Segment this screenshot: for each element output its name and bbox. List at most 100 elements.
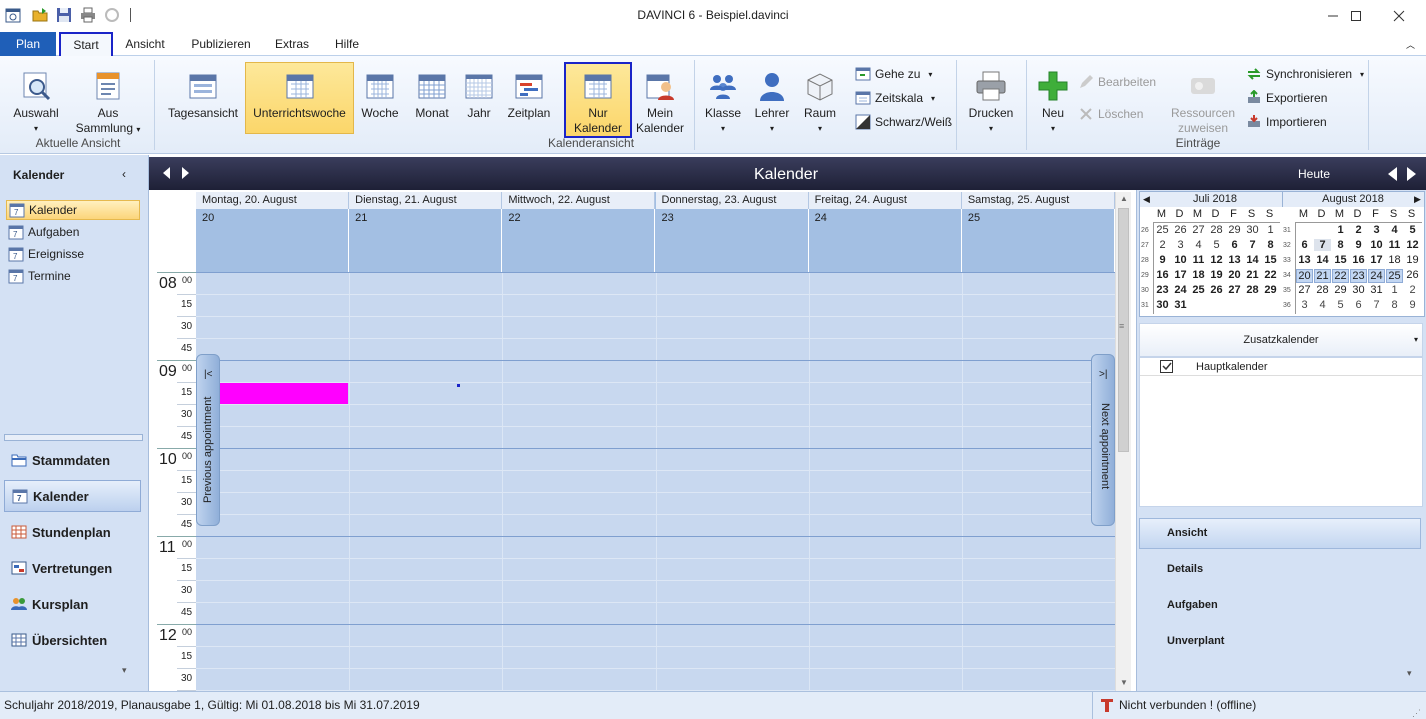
sidebar-item-termine[interactable]: 7 Termine <box>6 266 140 286</box>
date-cell[interactable]: 4 <box>1386 224 1403 236</box>
date-cell[interactable]: 10 <box>1368 239 1385 251</box>
nav-details[interactable]: Details <box>1139 554 1421 585</box>
schwarz-weiss-button[interactable]: Schwarz/Weiß <box>855 112 952 132</box>
date-cell[interactable]: 23 <box>1154 284 1171 296</box>
importieren-button[interactable]: Importieren <box>1246 112 1327 132</box>
date-cell[interactable]: 21 <box>1314 269 1331 283</box>
calendar-grid[interactable] <box>196 272 1115 691</box>
maximize-button[interactable] <box>1333 0 1379 32</box>
day-header[interactable]: Dienstag, 21. August <box>349 192 503 209</box>
date-cell[interactable]: 29 <box>1262 284 1279 296</box>
tab-publizieren[interactable]: Publizieren <box>186 32 256 56</box>
nav-unverplant[interactable]: Unverplant <box>1139 626 1421 657</box>
day-header[interactable]: Donnerstag, 23. August <box>655 192 809 209</box>
date-cell[interactable]: 12 <box>1404 239 1421 251</box>
day-header[interactable]: Samstag, 25. August <box>961 192 1115 209</box>
date-cell[interactable]: 11 <box>1190 254 1207 266</box>
date-cell[interactable]: 11 <box>1386 239 1403 251</box>
raum-button[interactable]: Raum ▾ <box>798 70 842 136</box>
vertical-scrollbar[interactable]: ▲ ≡ ▼ <box>1115 192 1131 691</box>
nav-overflow-icon[interactable]: ▾ <box>122 665 127 676</box>
klasse-button[interactable]: Klasse ▾ <box>700 70 746 136</box>
date-cell[interactable]: 27 <box>1226 284 1243 296</box>
date-cell[interactable]: 25 <box>1154 224 1171 236</box>
date-cell[interactable]: 26 <box>1172 224 1189 236</box>
date-cell[interactable]: 15 <box>1262 254 1279 266</box>
scroll-up-icon[interactable]: ▲ <box>1120 194 1128 203</box>
loeschen-button[interactable]: Löschen <box>1078 104 1143 124</box>
prev-arrow-icon[interactable] <box>1386 166 1398 182</box>
date-cell[interactable]: 8 <box>1332 239 1349 251</box>
dropdown-icon[interactable]: ▾ <box>1414 324 1418 356</box>
date-cell[interactable]: 19 <box>1208 269 1225 281</box>
gehe-zu-button[interactable]: Gehe zu ▾ <box>855 64 932 84</box>
nav-stammdaten[interactable]: Stammdaten <box>4 444 141 476</box>
previous-appointment-tab[interactable]: |< Previous appointment <box>196 354 220 526</box>
date-cell[interactable]: 6 <box>1296 239 1313 251</box>
date-cell[interactable]: 14 <box>1314 254 1331 266</box>
tab-extras[interactable]: Extras <box>272 32 312 56</box>
date-cell[interactable]: 6 <box>1350 299 1367 311</box>
day-header[interactable]: Freitag, 24. August <box>808 192 962 209</box>
date-cell[interactable]: 18 <box>1386 254 1403 266</box>
day-header[interactable]: Montag, 20. August <box>196 192 350 209</box>
date-cell[interactable]: 1 <box>1386 284 1403 296</box>
unterrichtswoche-button[interactable]: Unterrichtswoche <box>245 62 354 134</box>
date-cell[interactable]: 26 <box>1208 284 1225 296</box>
date-cell[interactable]: 7 <box>1244 239 1261 251</box>
date-cell[interactable]: 7 <box>1368 299 1385 311</box>
collapse-chevron-icon[interactable]: ‹ <box>122 167 126 181</box>
date-cell[interactable]: 16 <box>1154 269 1171 281</box>
sidebar-item-ereignisse[interactable]: 7 Ereignisse <box>6 244 140 264</box>
day-allday-cell[interactable]: 22 <box>502 209 656 272</box>
zusatzkalender-header[interactable]: Zusatzkalender ▾ <box>1139 323 1423 357</box>
date-cell[interactable]: 28 <box>1208 224 1225 236</box>
sidebar-item-aufgaben[interactable]: 7 Aufgaben <box>6 222 140 242</box>
date-cell[interactable]: 29 <box>1226 224 1243 236</box>
aus-sammlung-button[interactable]: Aus Sammlung ▾ <box>72 70 144 137</box>
date-cell[interactable]: 30 <box>1154 299 1171 311</box>
ribbon-collapse-icon[interactable]: ︿ <box>1406 38 1415 51</box>
mini-calendar-july[interactable]: M D M D F S S 26 27 28 29 30 31 25 26 27 28 29 30 1 2 3 4 5 6 7 8 9… <box>1140 208 1282 318</box>
zeitskala-button[interactable]: Zeitskala ▾ <box>855 88 935 108</box>
date-cell[interactable]: 15 <box>1332 254 1349 266</box>
date-cell[interactable]: 14 <box>1244 254 1261 266</box>
day-allday-cell[interactable]: 23 <box>656 209 809 272</box>
date-cell[interactable]: 3 <box>1172 239 1189 251</box>
date-cell[interactable]: 13 <box>1226 254 1243 266</box>
date-cell[interactable]: 30 <box>1244 224 1261 236</box>
mein-kalender-button[interactable]: Mein Kalender <box>634 70 686 136</box>
tab-ansicht[interactable]: Ansicht <box>120 32 170 56</box>
date-cell[interactable]: 22 <box>1332 269 1349 283</box>
date-cell[interactable]: 20 <box>1296 269 1313 283</box>
date-cell[interactable]: 5 <box>1208 239 1225 251</box>
date-cell[interactable]: 21 <box>1244 269 1261 281</box>
nav-kalender[interactable]: 7 Kalender <box>4 480 141 512</box>
exportieren-button[interactable]: Exportieren <box>1246 88 1327 108</box>
woche-button[interactable]: Woche <box>358 70 402 121</box>
date-cell[interactable]: 28 <box>1314 284 1331 296</box>
date-cell[interactable]: 24 <box>1368 269 1385 283</box>
date-cell[interactable]: 29 <box>1332 284 1349 296</box>
date-cell[interactable]: 16 <box>1350 254 1367 266</box>
scroll-down-icon[interactable]: ▼ <box>1120 678 1128 687</box>
date-cell[interactable]: 9 <box>1404 299 1421 311</box>
date-cell[interactable]: 1 <box>1262 224 1279 236</box>
date-cell[interactable]: 18 <box>1190 269 1207 281</box>
date-cell[interactable]: 13 <box>1296 254 1313 266</box>
date-cell[interactable]: 5 <box>1404 224 1421 236</box>
ressourcen-zuweisen-button[interactable]: Ressourcen zuweisen <box>1168 70 1238 136</box>
date-cell[interactable]: 10 <box>1172 254 1189 266</box>
next-appointment-tab[interactable]: >| Next appointment <box>1091 354 1115 526</box>
mini-calendar-august[interactable]: M D M D F S S 31 32 33 34 35 36 1 2 3 4 5 6 7 8 9 10 11 12 13 14 15… <box>1282 208 1424 318</box>
neu-button[interactable]: Neu ▾ <box>1034 70 1072 136</box>
day-allday-cell[interactable]: 21 <box>349 209 503 272</box>
nur-kalender-button[interactable]: Nur Kalender <box>564 62 632 138</box>
next-arrow-icon[interactable] <box>1406 166 1418 182</box>
date-cell[interactable]: 27 <box>1296 284 1313 296</box>
date-navigator[interactable]: ◀ ▶ Juli 2018 August 2018 M D M D F S S 26 27 28 2… <box>1139 191 1425 317</box>
list-item[interactable]: Hauptkalender <box>1140 358 1422 376</box>
date-cell[interactable]: 5 <box>1332 299 1349 311</box>
monat-button[interactable]: Monat <box>410 70 454 121</box>
date-cell[interactable]: 17 <box>1172 269 1189 281</box>
